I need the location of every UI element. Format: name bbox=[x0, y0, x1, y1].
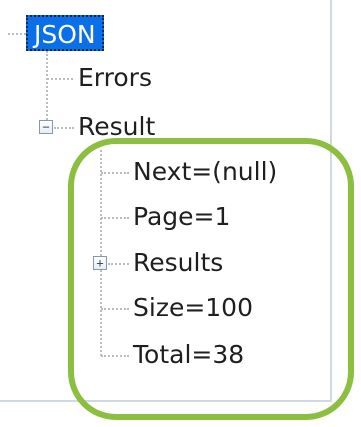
tree-connector bbox=[54, 127, 74, 129]
tree-node-errors[interactable]: Errors bbox=[78, 63, 152, 93]
tree-connector bbox=[46, 51, 48, 127]
tree-connector bbox=[47, 78, 73, 80]
highlight-outline bbox=[68, 138, 354, 420]
tree-connector bbox=[8, 33, 26, 35]
tree-node-json-root[interactable]: JSON bbox=[26, 15, 104, 51]
minus-box-icon[interactable]: − bbox=[39, 120, 53, 134]
